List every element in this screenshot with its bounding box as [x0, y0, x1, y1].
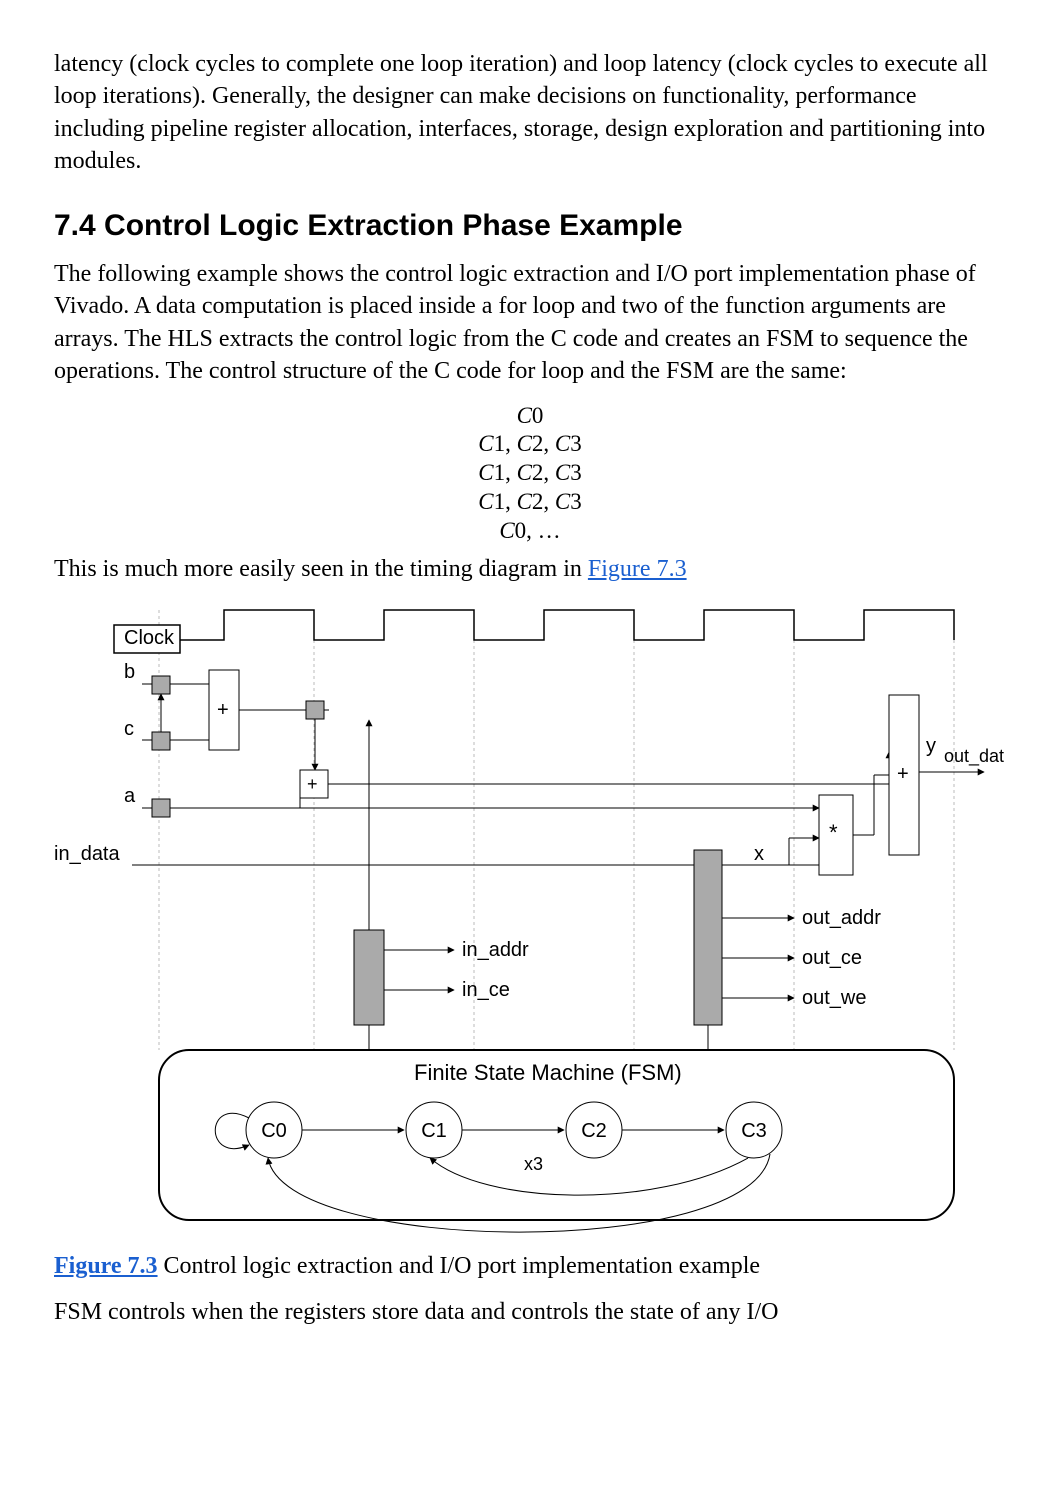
- plus-icon: +: [897, 763, 909, 785]
- n: 2,: [532, 431, 555, 456]
- y-label: y: [926, 735, 936, 757]
- state-c2: C2: [581, 1120, 607, 1142]
- loop-count-x3: x3: [524, 1154, 543, 1174]
- n: 2,: [532, 489, 555, 514]
- n: 1,: [494, 489, 517, 514]
- n: 0, …: [515, 518, 561, 543]
- s: C: [478, 489, 493, 514]
- n: 3: [570, 489, 582, 514]
- s: C: [555, 460, 570, 485]
- out-ce-label: out_ce: [802, 947, 862, 969]
- s: C: [555, 489, 570, 514]
- n: 1,: [494, 460, 517, 485]
- figure-7-3-diagram: Clock b c + a + in_data in_addr in_ce x …: [54, 600, 1004, 1240]
- s: C: [517, 460, 532, 485]
- in-addr-label: in_addr: [462, 939, 529, 961]
- caption-text: Control logic extraction and I/O port im…: [158, 1253, 761, 1279]
- star-icon: *: [829, 820, 838, 845]
- signal-c-label: c: [124, 718, 134, 740]
- s: C: [555, 431, 570, 456]
- out-addr-label: out_addr: [802, 907, 881, 929]
- clock-label: Clock: [124, 627, 175, 649]
- n: 2,: [532, 460, 555, 485]
- paragraph-continuation: latency (clock cycles to complete one lo…: [54, 48, 1006, 178]
- fsm-title: Finite State Machine (FSM): [414, 1060, 682, 1085]
- register-icon: [152, 676, 170, 694]
- timing-text: This is much more easily seen in the tim…: [54, 556, 588, 582]
- in-ce-label: in_ce: [462, 979, 510, 1001]
- control-block-icon: [354, 930, 384, 1025]
- s: C: [517, 489, 532, 514]
- timing-diagram-intro: This is much more easily seen in the tim…: [54, 553, 1006, 585]
- out-we-label: out_we: [802, 987, 867, 1009]
- trailing-paragraph: FSM controls when the registers store da…: [54, 1296, 1006, 1328]
- figure-7-3-caption-link[interactable]: Figure 7.3: [54, 1253, 158, 1279]
- register-icon: [306, 701, 324, 719]
- figure-7-3-link[interactable]: Figure 7.3: [588, 556, 687, 582]
- state-c3: C3: [741, 1120, 767, 1142]
- intro-paragraph: The following example shows the control …: [54, 258, 1006, 388]
- plus-icon: +: [217, 699, 229, 721]
- n: 3: [570, 460, 582, 485]
- state-c0: C0: [261, 1120, 287, 1142]
- n: 3: [570, 431, 582, 456]
- out-data-label: out_data: [944, 746, 1004, 767]
- plus-icon: +: [307, 774, 318, 794]
- s: C: [478, 431, 493, 456]
- fsm-state-sequence: C0 C1, C2, C3 C1, C2, C3 C1, C2, C3 C0, …: [54, 402, 1006, 546]
- state-c1: C1: [421, 1120, 447, 1142]
- signal-a-label: a: [124, 785, 136, 807]
- state-c: C: [517, 403, 532, 428]
- in-data-label: in_data: [54, 843, 120, 865]
- s: C: [517, 431, 532, 456]
- signal-b-label: b: [124, 661, 135, 683]
- n: 1,: [494, 431, 517, 456]
- control-block-icon: [694, 850, 722, 1025]
- figure-7-3-caption: Figure 7.3 Control logic extraction and …: [54, 1250, 1006, 1282]
- section-heading-7-4: 7.4 Control Logic Extraction Phase Examp…: [54, 206, 1006, 247]
- s: C: [478, 460, 493, 485]
- s: C: [499, 518, 514, 543]
- state-num: 0: [532, 403, 544, 428]
- register-icon: [152, 732, 170, 750]
- register-icon: [152, 799, 170, 817]
- x-label: x: [754, 843, 764, 865]
